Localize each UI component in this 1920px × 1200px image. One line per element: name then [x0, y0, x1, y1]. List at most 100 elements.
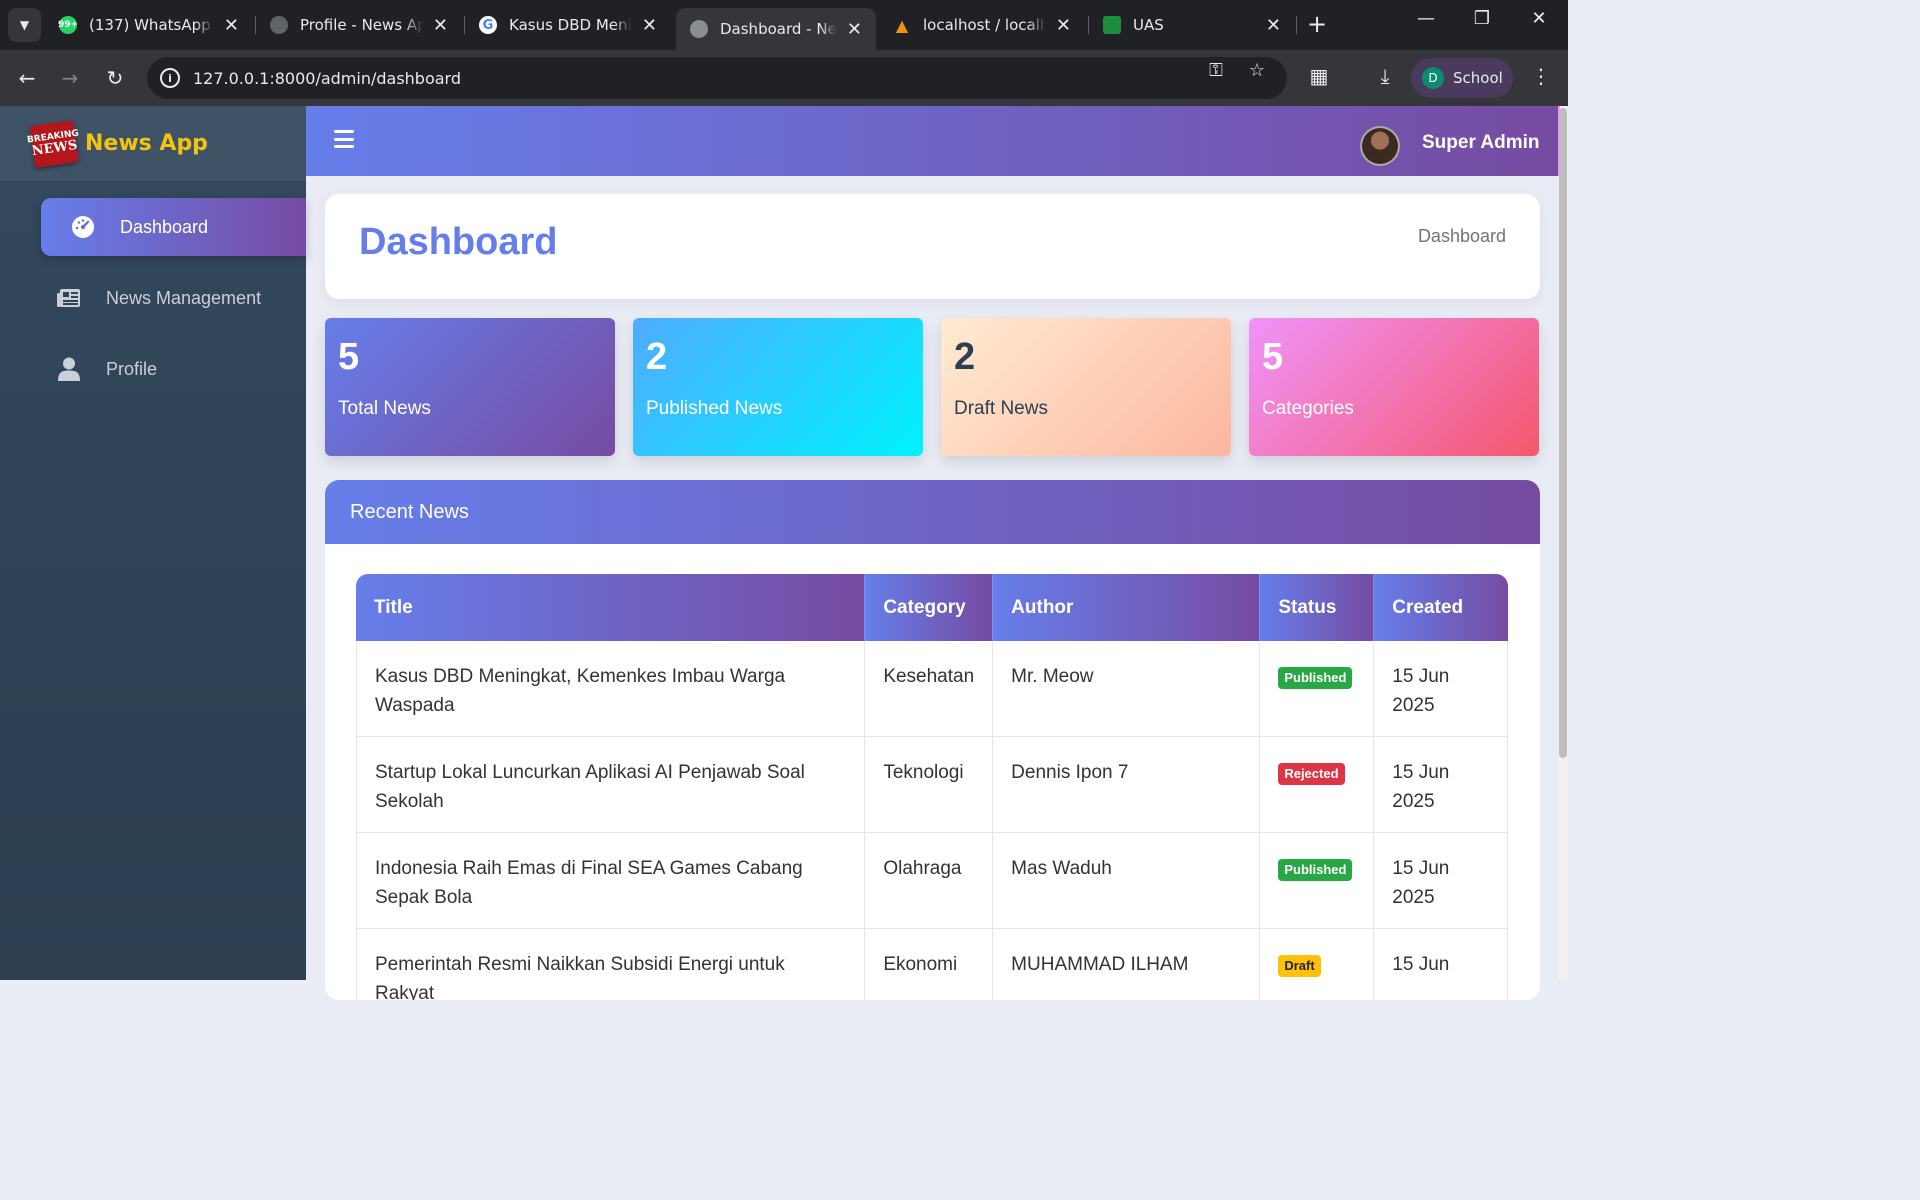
close-icon[interactable]: ✕	[1266, 15, 1281, 36]
close-window-button[interactable]: ✕	[1519, 8, 1559, 29]
column-header-created[interactable]: Created	[1374, 574, 1508, 641]
news-status-cell: Rejected	[1260, 737, 1375, 833]
whatsapp-icon: 99+	[58, 16, 78, 34]
stat-label: Categories	[1262, 398, 1354, 419]
close-icon[interactable]: ✕	[847, 19, 862, 40]
avatar[interactable]	[1360, 126, 1400, 166]
page-header-card: Dashboard Dashboard	[325, 194, 1540, 299]
sidebar-item-profile[interactable]: Profile	[41, 340, 306, 398]
stat-card-draft-news: 2 Draft News	[941, 318, 1231, 456]
profile-button[interactable]: D School	[1411, 58, 1513, 98]
status-badge: Published	[1278, 859, 1353, 881]
reload-button[interactable]: ↻	[101, 64, 129, 92]
avatar: D	[1422, 67, 1444, 89]
app-topbar: Super Admin	[306, 106, 1558, 176]
phpmyadmin-icon: ▲	[895, 15, 909, 35]
column-header-category[interactable]: Category	[865, 574, 994, 641]
gauge-icon	[68, 215, 98, 239]
table-row[interactable]: Startup Lokal Luncurkan Aplikasi AI Penj…	[356, 737, 1508, 833]
stat-value: 5	[338, 336, 360, 378]
tab-localhost[interactable]: ▲ localhost / localho ✕	[879, 8, 1085, 42]
brand-name: News App	[85, 131, 208, 156]
tab-dashboard[interactable]: Dashboard - News ✕	[676, 8, 876, 50]
news-created: 15 Jun	[1374, 929, 1508, 1000]
news-status-cell: Draft	[1260, 929, 1375, 1000]
stat-label: Total News	[338, 398, 431, 419]
breadcrumb[interactable]: Dashboard	[1418, 226, 1506, 247]
breaking-news-logo: BREAKING NEWS	[27, 119, 80, 168]
stat-card-published-news: 2 Published News	[633, 318, 923, 456]
table-row[interactable]: Indonesia Raih Emas di Final SEA Games C…	[356, 833, 1508, 929]
page-title: Dashboard	[359, 221, 558, 263]
sidebar: BREAKING NEWS News App Dashboard News Ma…	[0, 106, 306, 980]
stat-card-categories: 5 Categories	[1249, 318, 1539, 456]
password-key-icon[interactable]: ⚿	[1204, 60, 1228, 81]
tab-whatsapp[interactable]: 99+ (137) WhatsApp ✕	[45, 8, 253, 42]
restore-button[interactable]: ❐	[1462, 8, 1502, 29]
close-icon[interactable]: ✕	[224, 15, 239, 36]
news-created: 15 Jun 2025	[1374, 641, 1508, 737]
news-title[interactable]: Kasus DBD Meningkat, Kemenkes Imbau Warg…	[356, 641, 866, 737]
news-status-cell: Published	[1260, 641, 1375, 737]
column-header-author[interactable]: Author	[993, 574, 1261, 641]
site-info-icon[interactable]: i	[160, 68, 180, 88]
tab-title: Profile - News App	[300, 16, 423, 34]
hamburger-menu-icon[interactable]	[334, 130, 354, 148]
news-category: Ekonomi	[865, 929, 994, 1000]
tab-title: localhost / localho	[923, 16, 1046, 34]
back-button[interactable]: ←	[13, 64, 41, 92]
bookmark-star-icon[interactable]: ☆	[1245, 60, 1269, 81]
close-icon[interactable]: ✕	[642, 15, 657, 36]
recent-news-table: Title Category Author Status Created Kas…	[356, 574, 1508, 1000]
stat-label: Published News	[646, 398, 783, 419]
brand[interactable]: BREAKING NEWS News App	[0, 106, 306, 181]
forward-button[interactable]: →	[56, 64, 84, 92]
url-text: 127.0.0.1:8000/admin/dashboard	[193, 68, 461, 88]
news-status-cell: Published	[1260, 833, 1375, 929]
table-row[interactable]: Pemerintah Resmi Naikkan Subsidi Energi …	[356, 929, 1508, 1000]
classroom-icon	[1103, 16, 1121, 34]
column-header-title[interactable]: Title	[356, 574, 866, 641]
user-name[interactable]: Super Admin	[1422, 132, 1540, 154]
menu-kebab-icon[interactable]: ⋮	[1527, 64, 1555, 88]
table-row[interactable]: Kasus DBD Meningkat, Kemenkes Imbau Warg…	[356, 641, 1508, 737]
globe-icon	[690, 20, 708, 38]
status-badge: Published	[1278, 667, 1353, 689]
tab-uas[interactable]: UAS ✕	[1089, 8, 1295, 42]
tab-divider	[1296, 16, 1297, 34]
recent-news-heading: Recent News	[325, 480, 1540, 544]
chevron-down-icon: ▼	[19, 18, 30, 32]
news-title[interactable]: Startup Lokal Luncurkan Aplikasi AI Penj…	[356, 737, 866, 833]
news-created: 15 Jun 2025	[1374, 737, 1508, 833]
sidebar-item-label: News Management	[106, 287, 262, 308]
minimize-button[interactable]: —	[1406, 8, 1446, 29]
tab-google[interactable]: G Kasus DBD Meningk ✕	[465, 8, 671, 42]
news-title[interactable]: Indonesia Raih Emas di Final SEA Games C…	[356, 833, 866, 929]
scrollbar-thumb[interactable]	[1559, 108, 1567, 758]
tab-profile[interactable]: Profile - News App ✕	[256, 8, 462, 42]
column-header-status[interactable]: Status	[1260, 574, 1375, 641]
news-author: Dennis Ipon 7	[993, 737, 1261, 833]
download-icon[interactable]: ⤓	[1371, 64, 1399, 88]
sidebar-item-news-management[interactable]: News Management	[41, 269, 306, 327]
news-author: Mr. Meow	[993, 641, 1261, 737]
news-category: Olahraga	[865, 833, 994, 929]
close-icon[interactable]: ✕	[433, 15, 448, 36]
news-title[interactable]: Pemerintah Resmi Naikkan Subsidi Energi …	[356, 929, 866, 1000]
newspaper-icon	[54, 288, 84, 308]
status-badge: Rejected	[1278, 763, 1345, 785]
tab-search-button[interactable]: ▼	[8, 8, 41, 42]
tab-title: Dashboard - News	[720, 20, 837, 38]
stat-card-total-news: 5 Total News	[325, 318, 615, 456]
address-bar[interactable]: i 127.0.0.1:8000/admin/dashboard	[147, 57, 1287, 99]
stat-value: 2	[954, 336, 976, 378]
table-header-row: Title Category Author Status Created	[356, 574, 1508, 641]
browser-toolbar: ← → ↻ i 127.0.0.1:8000/admin/dashboard ⚿…	[0, 50, 1568, 106]
sidebar-item-dashboard[interactable]: Dashboard	[41, 198, 306, 256]
extensions-icon[interactable]: ▦	[1305, 64, 1333, 88]
news-author: MUHAMMAD ILHAM	[993, 929, 1261, 1000]
new-tab-button[interactable]: +	[1302, 10, 1332, 38]
close-icon[interactable]: ✕	[1056, 15, 1071, 36]
stat-label: Draft News	[954, 398, 1048, 419]
news-created: 15 Jun 2025	[1374, 833, 1508, 929]
